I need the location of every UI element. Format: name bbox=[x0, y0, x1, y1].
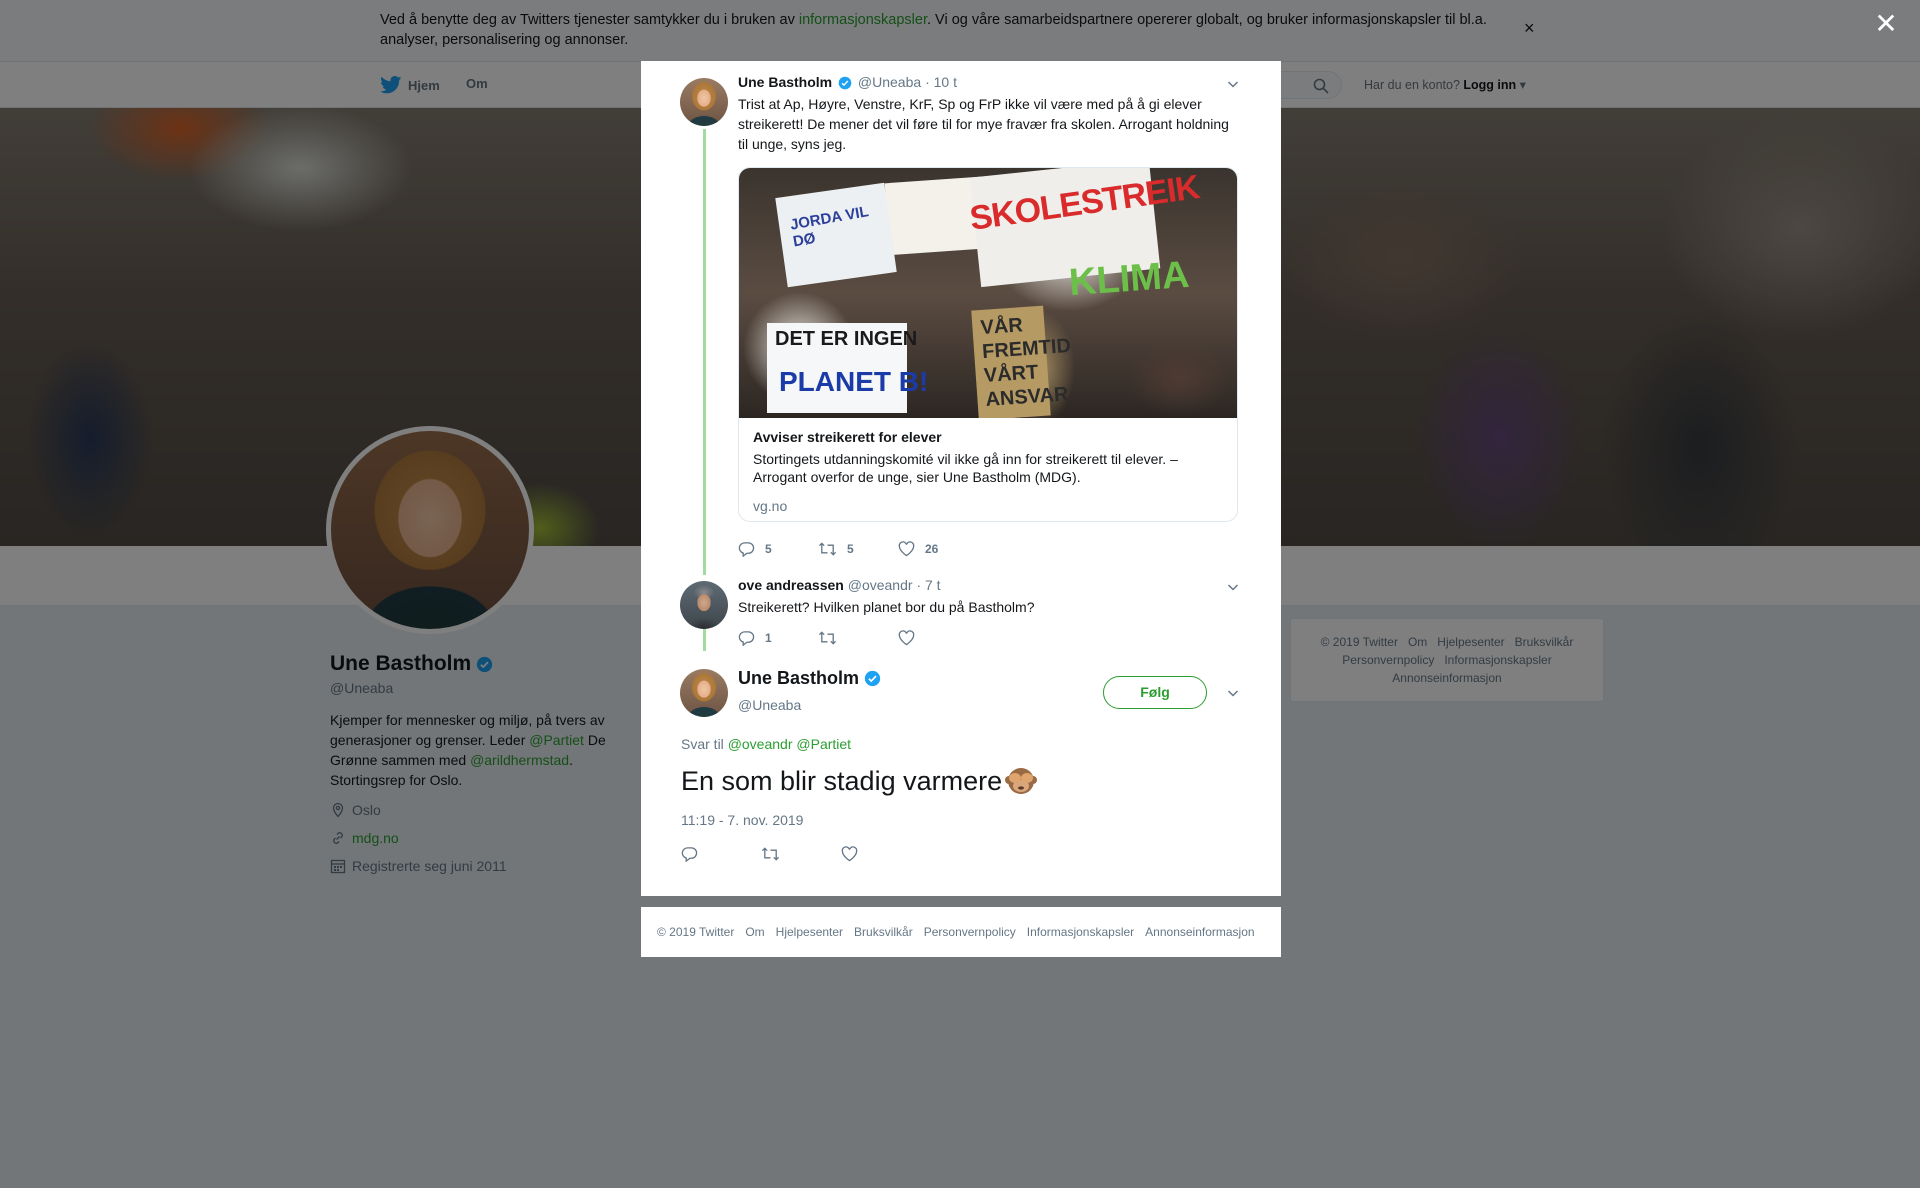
reply-button[interactable]: 1 bbox=[738, 630, 818, 646]
footer-ads[interactable]: Annonseinformasjon bbox=[1145, 925, 1254, 939]
sign-text: PLANET B! bbox=[779, 366, 929, 397]
chevron-down-icon[interactable] bbox=[1225, 579, 1241, 595]
see-no-evil-monkey-emoji bbox=[1005, 768, 1038, 794]
main-tweet-name-text: Une Bastholm bbox=[738, 668, 860, 688]
tweet-actions: 1 bbox=[738, 630, 978, 646]
tweet-header: ove andreassen @oveandr · 7 t bbox=[738, 577, 941, 593]
footer-terms[interactable]: Bruksvilkår bbox=[854, 925, 913, 939]
verified-icon bbox=[864, 670, 881, 687]
tweet-modal: Une Bastholm @Uneaba · 10 t Trist at Ap,… bbox=[641, 61, 1281, 896]
tweet-header: Une Bastholm @Uneaba · 10 t bbox=[738, 74, 957, 90]
retweet-count: 5 bbox=[847, 542, 854, 556]
avatar[interactable] bbox=[680, 78, 728, 126]
reply-button[interactable]: 5 bbox=[738, 541, 818, 557]
link-card[interactable]: SKOLESTREIK JORDA VIL DØ DET ER INGEN PL… bbox=[738, 167, 1238, 522]
retweet-button[interactable] bbox=[761, 846, 841, 862]
reply-icon bbox=[738, 542, 755, 557]
reply-context: Svar til @oveandr @Partiet bbox=[681, 736, 851, 752]
thread-line bbox=[703, 629, 706, 651]
sign-text: VÅR FREMTID VÅRT ANSVAR bbox=[979, 314, 1072, 411]
reply-link-partiet[interactable]: @Partiet bbox=[796, 736, 851, 752]
retweet-button[interactable]: 5 bbox=[818, 541, 898, 557]
like-button[interactable]: 26 bbox=[898, 541, 978, 557]
main-tweet-actions bbox=[681, 846, 921, 862]
reply-icon bbox=[681, 847, 698, 862]
thread-line bbox=[703, 129, 706, 575]
card-title: Avviser streikerett for elever bbox=[753, 429, 942, 445]
card-description: Stortingets utdanningskomité vil ikke gå… bbox=[753, 451, 1178, 485]
reply-prefix: Svar til bbox=[681, 736, 728, 752]
retweet-icon bbox=[818, 631, 837, 645]
retweet-button[interactable] bbox=[818, 630, 898, 646]
sign-text: KLIMA bbox=[1067, 253, 1191, 305]
tweet-author-name[interactable]: ove andreassen bbox=[738, 577, 844, 593]
like-button[interactable] bbox=[898, 630, 978, 646]
tweet-author-handle[interactable]: @oveandr bbox=[848, 577, 913, 593]
verified-icon bbox=[838, 76, 852, 90]
tweet-author-handle[interactable]: @Uneaba bbox=[858, 74, 921, 90]
footer-privacy[interactable]: Personvernpolicy bbox=[924, 925, 1016, 939]
chevron-down-icon[interactable] bbox=[1225, 76, 1241, 92]
like-count: 26 bbox=[925, 542, 939, 556]
like-button[interactable] bbox=[841, 846, 921, 862]
tweet-text: Streikerett? Hvilken planet bor du på Ba… bbox=[738, 599, 1035, 615]
like-icon bbox=[898, 541, 915, 557]
like-icon bbox=[841, 846, 858, 862]
retweet-icon bbox=[761, 847, 780, 861]
avatar[interactable] bbox=[680, 581, 728, 629]
tweet-time[interactable]: · 10 t bbox=[925, 74, 957, 90]
tweet-actions: 5 5 26 bbox=[738, 541, 978, 557]
card-domain: vg.no bbox=[753, 498, 788, 514]
footer-help[interactable]: Hjelpesenter bbox=[776, 925, 843, 939]
modal-footer: © 2019 Twitter Om Hjelpesenter Bruksvilk… bbox=[641, 907, 1281, 957]
tweet-text: Trist at Ap, Høyre, Venstre, KrF, Sp og … bbox=[738, 96, 1229, 152]
follow-button[interactable]: Følg bbox=[1103, 676, 1207, 709]
like-icon bbox=[898, 630, 915, 646]
reply-button[interactable] bbox=[681, 846, 761, 862]
reply-count: 1 bbox=[765, 631, 772, 645]
close-icon[interactable]: ✕ bbox=[1874, 10, 1898, 38]
sign-text: DET ER INGEN bbox=[775, 328, 918, 350]
reply-icon bbox=[738, 631, 755, 646]
footer-about[interactable]: Om bbox=[745, 925, 764, 939]
retweet-icon bbox=[818, 542, 837, 556]
footer-cookies[interactable]: Informasjonskapsler bbox=[1027, 925, 1134, 939]
chevron-down-icon[interactable] bbox=[1225, 685, 1241, 701]
main-tweet-text-content: En som blir stadig varmere bbox=[681, 765, 1003, 796]
footer-copyright: © 2019 Twitter bbox=[657, 925, 735, 939]
card-image: SKOLESTREIK JORDA VIL DØ DET ER INGEN PL… bbox=[739, 168, 1237, 418]
main-tweet-author-name[interactable]: Une Bastholm bbox=[738, 668, 881, 689]
main-tweet-author-handle[interactable]: @Uneaba bbox=[738, 697, 801, 713]
reply-count: 5 bbox=[765, 542, 772, 556]
tweet-time[interactable]: · 7 t bbox=[916, 577, 940, 593]
main-tweet-text: En som blir stadig varmere bbox=[681, 764, 1038, 798]
main-tweet-timestamp[interactable]: 11:19 - 7. nov. 2019 bbox=[681, 812, 803, 828]
avatar[interactable] bbox=[680, 669, 728, 717]
reply-link-oveandr[interactable]: @oveandr bbox=[728, 736, 793, 752]
tweet-author-name[interactable]: Une Bastholm bbox=[738, 74, 832, 90]
